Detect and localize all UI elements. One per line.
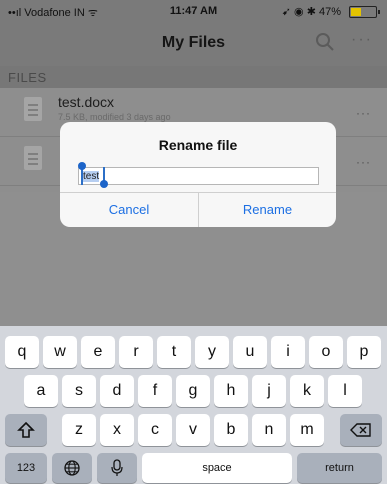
key-g[interactable]: g xyxy=(176,375,210,407)
navigation-bar: My Files ··· xyxy=(0,22,387,66)
search-icon[interactable] xyxy=(315,32,335,52)
key-q[interactable]: q xyxy=(5,336,39,368)
document-icon xyxy=(24,97,42,121)
key-t[interactable]: t xyxy=(157,336,191,368)
key-w[interactable]: w xyxy=(43,336,77,368)
microphone-icon xyxy=(111,459,123,476)
rename-dialog: Rename file test Cancel Rename xyxy=(60,122,336,227)
key-o[interactable]: o xyxy=(309,336,343,368)
key-h[interactable]: h xyxy=(214,375,248,407)
status-icons: ➹ ◉ ✱ 47% xyxy=(281,6,341,18)
return-key[interactable]: return xyxy=(297,453,382,483)
key-e[interactable]: e xyxy=(81,336,115,368)
battery-icon xyxy=(349,6,380,18)
microphone-key[interactable] xyxy=(97,453,137,483)
key-r[interactable]: r xyxy=(119,336,153,368)
keyboard: q w e r t y u i o p a s d f g h j k l z x c v b n m 123 space return xyxy=(0,326,387,484)
status-bar: ••ıl Vodafone IN ᯤ 11:47 AM ➹ ◉ ✱ 47% xyxy=(0,0,387,22)
backspace-icon xyxy=(350,423,371,437)
shift-icon xyxy=(17,421,35,438)
key-m[interactable]: m xyxy=(290,414,324,446)
key-v[interactable]: v xyxy=(176,414,210,446)
key-b[interactable]: b xyxy=(214,414,248,446)
my-files-screen: ••ıl Vodafone IN ᯤ 11:47 AM ➹ ◉ ✱ 47% My… xyxy=(0,0,387,484)
dialog-title: Rename file xyxy=(158,137,238,153)
key-j[interactable]: j xyxy=(252,375,286,407)
space-key[interactable]: space xyxy=(142,453,292,483)
key-f[interactable]: f xyxy=(138,375,172,407)
backspace-key[interactable] xyxy=(340,414,382,446)
selected-text: test xyxy=(83,171,100,182)
more-icon[interactable]: ··· xyxy=(351,31,373,49)
globe-key[interactable] xyxy=(52,453,92,483)
key-y[interactable]: y xyxy=(195,336,229,368)
key-a[interactable]: a xyxy=(24,375,58,407)
key-u[interactable]: u xyxy=(233,336,267,368)
key-c[interactable]: c xyxy=(138,414,172,446)
key-p[interactable]: p xyxy=(347,336,381,368)
key-s[interactable]: s xyxy=(62,375,96,407)
numbers-key[interactable]: 123 xyxy=(5,453,47,483)
file-meta: 7.5 KB, modified 3 days ago xyxy=(58,112,171,122)
rename-input[interactable]: test xyxy=(78,167,319,185)
key-i[interactable]: i xyxy=(271,336,305,368)
key-x[interactable]: x xyxy=(100,414,134,446)
key-l[interactable]: l xyxy=(328,375,362,407)
shift-key[interactable] xyxy=(5,414,47,446)
files-section-header: FILES xyxy=(0,66,387,88)
section-label: FILES xyxy=(8,70,47,85)
file-name: test.docx xyxy=(58,94,115,110)
key-n[interactable]: n xyxy=(252,414,286,446)
key-z[interactable]: z xyxy=(62,414,96,446)
selection-start-handle[interactable] xyxy=(78,162,86,170)
globe-icon xyxy=(64,460,80,476)
key-d[interactable]: d xyxy=(100,375,134,407)
battery-fill xyxy=(351,8,361,16)
selection-end-handle[interactable] xyxy=(100,180,108,188)
document-icon xyxy=(24,146,42,170)
rename-button[interactable]: Rename xyxy=(199,192,336,227)
cancel-button[interactable]: Cancel xyxy=(60,192,198,227)
file-more-button[interactable]: ··· xyxy=(356,155,371,169)
key-k[interactable]: k xyxy=(290,375,324,407)
file-more-button[interactable]: ··· xyxy=(356,106,371,120)
